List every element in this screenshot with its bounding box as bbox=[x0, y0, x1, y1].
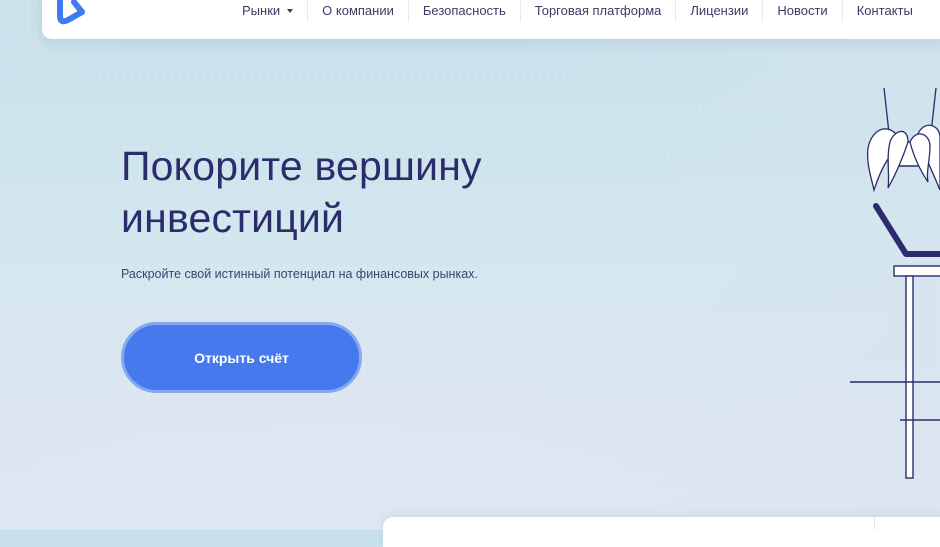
nav-item-trading-platform[interactable]: Торговая платформа bbox=[519, 0, 676, 22]
nav-item-news[interactable]: Новости bbox=[762, 0, 841, 22]
caret-down-icon bbox=[287, 9, 294, 13]
nav-item-markets[interactable]: Рынки bbox=[228, 0, 307, 22]
background-fade bbox=[0, 0, 940, 530]
nav-item-licenses[interactable]: Лицензии bbox=[675, 0, 762, 22]
nav-item-label: Контакты bbox=[856, 3, 913, 18]
nav-item-label: Лицензии bbox=[690, 3, 749, 18]
main-nav: Рынки О компании Безопасность Торговая п… bbox=[228, 0, 927, 22]
plant-desk-illustration bbox=[850, 87, 940, 479]
nav-item-label: О компании bbox=[322, 3, 394, 18]
top-navbar: Рынки О компании Безопасность Торговая п… bbox=[42, 0, 940, 39]
bottom-panel bbox=[383, 517, 940, 547]
nav-item-label: Торговая платформа bbox=[534, 3, 662, 18]
nav-item-security[interactable]: Безопасность bbox=[407, 0, 520, 22]
nav-item-label: Рынки bbox=[242, 3, 281, 18]
nav-item-label: Безопасность bbox=[422, 3, 506, 18]
hero-subtitle: Раскройте свой истинный потенциал на фин… bbox=[121, 267, 478, 281]
open-account-button[interactable]: Открыть счёт bbox=[121, 322, 362, 393]
hero-title: Покорите вершину инвестиций bbox=[121, 140, 482, 244]
nav-item-label: Новости bbox=[777, 3, 828, 18]
nav-item-about[interactable]: О компании bbox=[307, 0, 408, 22]
brand-logo-icon[interactable] bbox=[56, 0, 90, 28]
bottom-panel-divider bbox=[874, 517, 875, 530]
hero-title-line-1: Покорите вершину bbox=[121, 143, 482, 189]
nav-item-contacts[interactable]: Контакты bbox=[841, 0, 927, 22]
hero-title-line-2: инвестиций bbox=[121, 195, 345, 241]
